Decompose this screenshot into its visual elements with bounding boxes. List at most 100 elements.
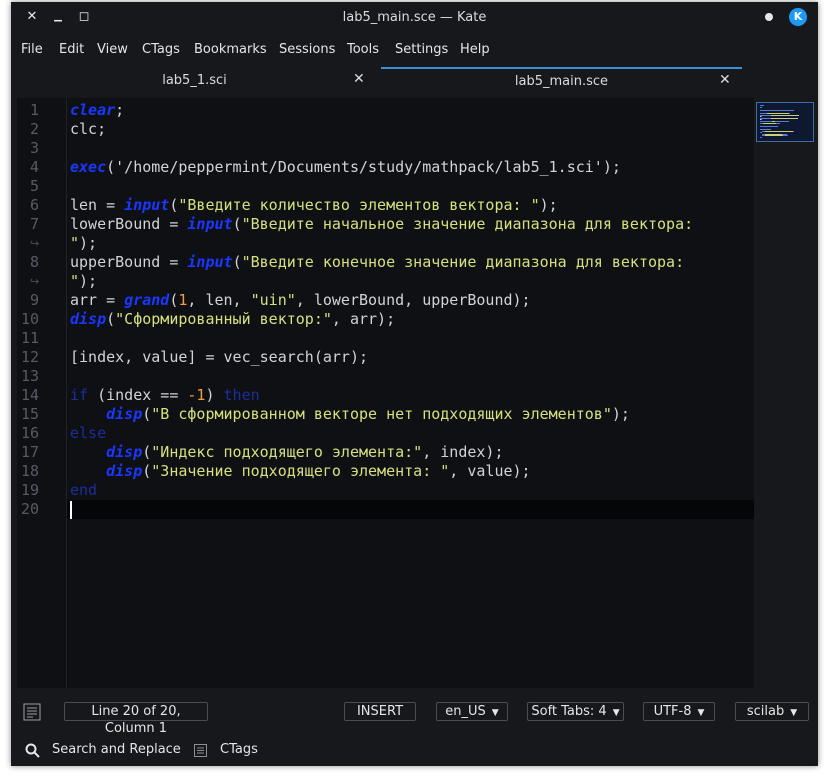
code-line[interactable]: lowerBound = input("Введите начальное зн… [70,215,693,234]
minimap-token [760,106,762,108]
code-token: [index, value] = vec_search(arr); [70,348,369,366]
code-line[interactable]: upperBound = input("Введите конечное зна… [70,253,684,272]
tab-close-icon[interactable]: ✕ [353,71,365,87]
search-and-replace-button[interactable]: Search and Replace [52,742,181,757]
code-line[interactable]: exec('/home/peppermint/Documents/study/m… [70,158,621,177]
indentation-value: Soft Tabs: 4 [531,704,607,719]
menu-edit[interactable]: Edit [59,42,84,57]
menu-sessions[interactable]: Sessions [279,42,335,57]
menu-file[interactable]: File [21,42,43,57]
code-token: input [187,215,233,233]
syntax-mode-value: scilab [746,704,785,719]
menu-bookmarks[interactable]: Bookmarks [194,42,267,57]
code-line[interactable]: if (index == -1) then [70,386,260,405]
keep-above-icon[interactable] [765,13,773,21]
code-token: -1 [187,386,206,404]
cursor-position-button[interactable]: Line 20 of 20, Column 1 [64,702,208,736]
minimap-token [793,130,794,132]
code-token: disp [106,443,143,461]
code-token: ) [205,386,224,404]
kate-logo-icon[interactable]: K [789,8,807,26]
line-number: 9 [29,291,39,309]
code-line[interactable]: len = input("Введите количество элементо… [70,196,558,215]
code-token: "uin" [250,291,296,309]
code-token: else [70,424,107,442]
menu-view[interactable]: View [97,42,128,57]
code-token: clear [70,101,116,119]
kate-window: ✕ ▁ ◻ lab5_main.sce — Kate K File Edit V… [11,2,818,766]
menu-settings[interactable]: Settings [395,42,448,57]
line-number: 6 [29,196,39,214]
code-token: ( [106,158,116,176]
line-number-gutter: 1 2 3 4 5 6 7 ↪ 8 ↪ 9 10 11 12 13 14 15 16 17 18 19 20 [17,98,67,688]
minimap[interactable] [754,98,818,688]
code-line[interactable]: else [70,424,106,443]
syntax-mode-dropdown[interactable]: scilab ▼ [735,702,809,721]
code-token: ); [602,158,621,176]
line-number: 4 [29,158,39,176]
minimap-token [765,130,793,132]
window-title: lab5_main.sce — Kate [342,10,487,25]
menu-help[interactable]: Help [460,42,490,57]
tool-view-bar: Search and Replace CTags [11,738,818,762]
input-mode-button[interactable]: INSERT [344,702,416,721]
line-number: 15 [20,405,39,423]
code-line[interactable]: disp("Сформированный вектор:", arr); [70,310,395,329]
chevron-down-icon: ▼ [491,708,499,718]
code-line[interactable]: arr = grand(1, len, "uin", lowerBound, u… [70,291,531,310]
document-info-icon[interactable] [23,703,41,721]
code-token: ); [79,234,98,252]
code-token: ( [232,253,242,271]
minimap-token [763,122,776,124]
code-line[interactable]: "); [70,272,97,291]
encoding-value: UTF-8 [653,704,692,719]
ctags-button[interactable]: CTags [220,742,258,757]
line-number: 3 [29,139,39,157]
menu-ctags[interactable]: CTags [142,42,180,57]
code-line[interactable]: end [70,481,97,500]
minimap-token [765,135,783,137]
status-bar: Line 20 of 20, Column 1 INSERT en_US ▼ So… [11,696,818,736]
code-token: "Значение подходящего элемента: " [151,462,450,480]
menu-tools[interactable]: Tools [347,42,379,57]
code-line[interactable]: clear; [70,101,124,120]
code-token: exec [70,158,107,176]
minimap-viewport[interactable] [756,102,814,142]
encoding-dropdown[interactable]: UTF-8 ▼ [643,702,715,721]
code-line[interactable]: "); [70,234,97,253]
indentation-dropdown[interactable]: Soft Tabs: 4 ▼ [527,702,624,721]
line-number: 20 [20,500,39,518]
code-token: (index == [88,386,188,404]
line-number: 12 [20,348,39,366]
code-line[interactable]: clc; [70,120,106,139]
code-token: ( [106,310,116,328]
code-line[interactable]: disp("В сформированном векторе нет подхо… [70,405,630,424]
code-token: , arr); [331,310,396,328]
code-editor[interactable]: 1 2 3 4 5 6 7 ↪ 8 ↪ 9 10 11 12 13 14 15 16 17 18 19 20 clear;… [17,98,754,688]
code-token: ); [79,272,98,290]
code-line[interactable]: disp("Значение подходящего элемента: ", … [70,462,530,481]
code-token: disp [106,462,143,480]
dictionary-dropdown[interactable]: en_US ▼ [436,702,508,721]
line-number: 10 [20,310,39,328]
line-number: 19 [20,481,39,499]
search-icon[interactable] [25,743,40,758]
ctags-icon[interactable] [194,744,207,757]
chevron-down-icon: ▼ [612,708,620,718]
tab-close-icon[interactable]: ✕ [719,72,731,88]
code-token: '/home/peppermint/Documents/study/mathpa… [115,158,603,176]
tab-lab5-1-sci[interactable]: lab5_1.sci ✕ [11,68,378,94]
code-token: "Индекс подходящего элемента:" [151,443,423,461]
code-token: "Сформированный вектор:" [115,310,332,328]
code-line[interactable]: disp("Индекс подходящего элемента:", ind… [70,443,503,462]
line-number: 8 [29,253,39,271]
tab-lab5-main-sce[interactable]: lab5_main.sce ✕ [381,67,742,95]
code-line[interactable]: [index, value] = vec_search(arr); [70,348,368,367]
line-number: 13 [20,367,39,385]
minimap-token [793,109,794,111]
title-bar: ✕ ▁ ◻ lab5_main.sce — Kate K [11,2,818,34]
minimap-token [771,117,798,119]
line-number: 16 [20,424,39,442]
minimap-token [783,135,788,137]
